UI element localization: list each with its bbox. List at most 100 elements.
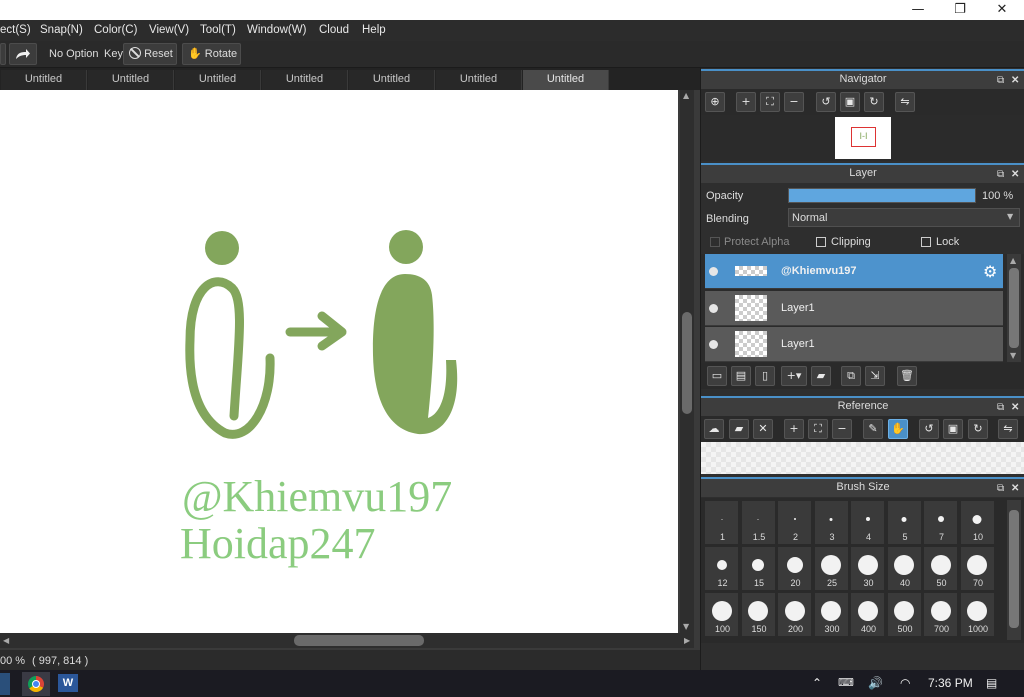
new-layer-icon[interactable]: ▭ — [707, 366, 727, 386]
tab-untitled-4[interactable]: Untitled — [262, 70, 348, 90]
brush-size-cell[interactable]: 400 — [850, 592, 885, 637]
scroll-down-icon[interactable]: ▼ — [1010, 351, 1016, 360]
reset-view-icon[interactable]: ▣ — [840, 92, 860, 112]
notification-icon[interactable]: ▤ — [986, 676, 997, 690]
new-folder-icon[interactable]: ▰ — [811, 366, 831, 386]
menu-help[interactable]: Help — [362, 24, 386, 36]
scroll-right-icon[interactable]: ▶ — [684, 636, 690, 645]
brush-size-cell[interactable]: 12 — [704, 546, 739, 591]
gear-icon[interactable]: ⚙ — [983, 262, 997, 281]
brush-size-cell[interactable]: 1.5 — [740, 500, 776, 545]
undock-icon[interactable]: ⧉ — [997, 399, 1004, 416]
brush-size-cell[interactable]: 4 — [850, 500, 885, 545]
reset-button[interactable]: Reset — [123, 43, 177, 65]
word-icon[interactable]: W — [58, 674, 78, 692]
new-halftone-layer-icon[interactable]: ▤ — [731, 366, 751, 386]
undock-icon[interactable]: ⧉ — [997, 72, 1004, 89]
eyedropper-icon[interactable]: ✎ — [863, 419, 883, 439]
layer-row[interactable]: @Khiemvu197 ⚙ — [705, 254, 1003, 289]
visibility-icon[interactable] — [709, 267, 718, 276]
layer-scroll-thumb[interactable] — [1009, 268, 1019, 348]
brush-size-cell[interactable]: 200 — [777, 592, 812, 637]
zoom-fit-icon[interactable]: ⊕ — [705, 92, 725, 112]
menu-window[interactable]: Window(W) — [247, 24, 306, 36]
brush-size-cell[interactable]: 150 — [740, 592, 776, 637]
delete-layer-icon[interactable]: 🗑 — [897, 366, 917, 386]
restore-button[interactable]: ❐ — [940, 0, 980, 20]
cloud-download-icon[interactable]: ☁ — [704, 419, 724, 439]
menu-snap[interactable]: Snap(N) — [40, 24, 83, 36]
keyboard-icon[interactable]: ⌨ — [838, 676, 854, 689]
lock-checkbox[interactable] — [921, 237, 931, 247]
horizontal-scrollbar[interactable]: ◀ ▶ — [0, 633, 694, 648]
panel-close-icon[interactable]: ✕ — [1011, 480, 1019, 497]
brush-size-cell[interactable]: 500 — [886, 592, 922, 637]
brush-size-cell[interactable]: 15 — [740, 546, 776, 591]
scroll-left-icon[interactable]: ◀ — [3, 636, 9, 645]
chevron-up-icon[interactable]: ⌃ — [812, 676, 822, 690]
horizontal-scroll-thumb[interactable] — [294, 635, 424, 646]
close-button[interactable]: ✕ — [982, 0, 1022, 20]
menu-cloud[interactable]: Cloud — [319, 24, 349, 36]
close-reference-icon[interactable]: ✕ — [753, 419, 773, 439]
scroll-up-icon[interactable]: ▲ — [683, 91, 689, 100]
clock[interactable]: 7:36 PM — [928, 676, 973, 690]
tab-untitled-2[interactable]: Untitled — [88, 70, 174, 90]
taskbar-app-partial[interactable] — [0, 673, 10, 695]
menu-select[interactable]: ect(S) — [0, 24, 31, 36]
undock-icon[interactable]: ⧉ — [997, 480, 1004, 497]
panel-close-icon[interactable]: ✕ — [1011, 399, 1019, 416]
redo-button[interactable] — [9, 43, 37, 65]
flip-horizontal-icon[interactable]: ⇋ — [998, 419, 1018, 439]
new-1bit-layer-icon[interactable]: ▯ — [755, 366, 775, 386]
panel-close-icon[interactable]: ✕ — [1011, 166, 1019, 183]
navigator-preview[interactable]: I-I — [835, 117, 891, 159]
layer-row[interactable]: Layer1 — [705, 291, 1003, 326]
tab-untitled-6[interactable]: Untitled — [436, 70, 522, 90]
brush-size-cell[interactable]: 300 — [813, 592, 849, 637]
vertical-scroll-thumb[interactable] — [682, 312, 692, 414]
drawing-canvas[interactable]: @Khiemvu197 Hoidap247 — [0, 90, 678, 633]
visibility-icon[interactable] — [709, 340, 718, 349]
rotate-button[interactable]: ✋ Rotate — [182, 43, 241, 65]
rotate-right-icon[interactable]: ↻ — [968, 419, 988, 439]
add-layer-menu-icon[interactable]: +▾ — [781, 366, 807, 386]
layer-list-scrollbar[interactable]: ▲ ▼ — [1007, 254, 1021, 362]
menu-color[interactable]: Color(C) — [94, 24, 137, 36]
wifi-icon[interactable]: ◠ — [900, 676, 910, 690]
rotate-left-icon[interactable]: ↺ — [816, 92, 836, 112]
brush-size-cell[interactable]: 30 — [850, 546, 885, 591]
brush-size-cell[interactable]: 25 — [813, 546, 849, 591]
brush-size-cell[interactable]: 100 — [704, 592, 739, 637]
undo-button[interactable] — [0, 43, 6, 65]
brush-scrollbar[interactable] — [1007, 500, 1021, 640]
merge-layer-icon[interactable]: ⇲ — [865, 366, 885, 386]
zoom-in-icon[interactable]: + — [736, 92, 756, 112]
rotate-right-icon[interactable]: ↻ — [864, 92, 884, 112]
vertical-scrollbar[interactable]: ▲ ▼ — [680, 90, 694, 633]
panel-close-icon[interactable]: ✕ — [1011, 72, 1019, 89]
hand-icon[interactable]: ✋ — [888, 419, 908, 439]
layer-row[interactable]: Layer1 — [705, 327, 1003, 362]
reset-view-icon[interactable]: ▣ — [943, 419, 963, 439]
duplicate-layer-icon[interactable]: ⧉ — [841, 366, 861, 386]
fit-screen-icon[interactable]: ⛶ — [808, 419, 828, 439]
clipping-checkbox[interactable] — [816, 237, 826, 247]
flip-horizontal-icon[interactable]: ⇋ — [895, 92, 915, 112]
protect-alpha-checkbox[interactable] — [710, 237, 720, 247]
rotate-left-icon[interactable]: ↺ — [919, 419, 939, 439]
open-folder-icon[interactable]: ▰ — [729, 419, 749, 439]
chrome-taskbar-button[interactable] — [22, 672, 50, 696]
undock-icon[interactable]: ⧉ — [997, 166, 1004, 183]
brush-size-cell[interactable]: 70 — [959, 546, 995, 591]
minimize-button[interactable]: — — [898, 0, 938, 20]
tab-untitled-5[interactable]: Untitled — [349, 70, 435, 90]
brush-scroll-thumb[interactable] — [1009, 510, 1019, 628]
zoom-out-icon[interactable]: − — [784, 92, 804, 112]
scroll-down-icon[interactable]: ▼ — [683, 622, 689, 631]
menu-tool[interactable]: Tool(T) — [200, 24, 236, 36]
brush-size-cell[interactable]: 1 — [704, 500, 739, 545]
brush-size-cell[interactable]: 7 — [923, 500, 958, 545]
zoom-out-icon[interactable]: − — [832, 419, 852, 439]
zoom-in-icon[interactable]: + — [784, 419, 804, 439]
